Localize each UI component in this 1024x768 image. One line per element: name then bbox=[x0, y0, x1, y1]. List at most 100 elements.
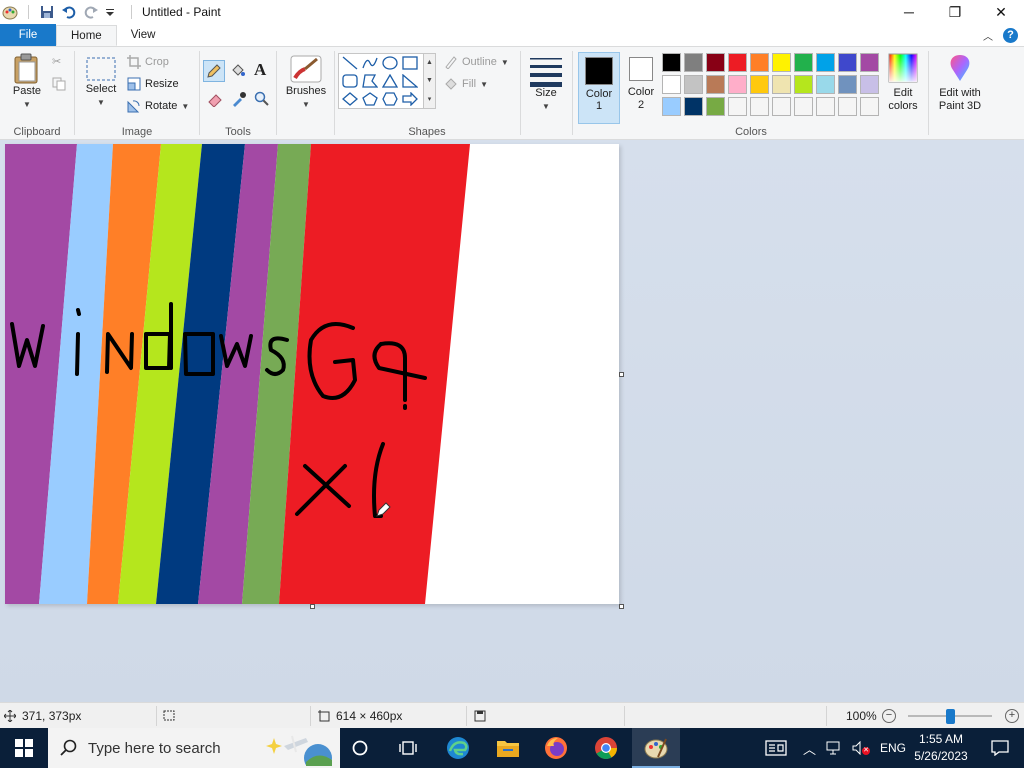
brushes-group: Brushes ▼ bbox=[278, 47, 334, 140]
notifications-button[interactable] bbox=[976, 728, 1024, 768]
paste-button[interactable]: Paste ▼ bbox=[8, 53, 46, 111]
select-button[interactable]: Select ▼ bbox=[83, 55, 119, 109]
task-view-button[interactable] bbox=[384, 728, 432, 768]
chrome-icon bbox=[595, 737, 617, 759]
divider bbox=[28, 5, 29, 19]
pencil-icon[interactable] bbox=[203, 60, 225, 82]
zoom-slider-thumb[interactable] bbox=[946, 709, 955, 724]
shapes-scrollbar[interactable]: ▲ ▼ ▾ bbox=[424, 53, 436, 109]
paint-palette-icon bbox=[644, 738, 668, 759]
tools-label: Tools bbox=[225, 126, 251, 138]
divider bbox=[928, 51, 929, 135]
rounded-rectangle-shape-icon[interactable] bbox=[340, 72, 360, 90]
chevron-down-icon[interactable]: ▼ bbox=[426, 77, 433, 84]
help-icon[interactable]: ? bbox=[1003, 27, 1018, 43]
quick-access-toolbar bbox=[0, 0, 136, 24]
customize-toolbar-icon[interactable] bbox=[105, 4, 121, 20]
volume-muted-icon[interactable]: ✕ bbox=[852, 740, 871, 756]
zoom-out-button[interactable]: − bbox=[882, 709, 896, 723]
divider bbox=[310, 706, 311, 726]
rectangle-shape-icon[interactable] bbox=[400, 54, 420, 72]
tab-home[interactable]: Home bbox=[56, 25, 117, 46]
crop-button[interactable]: Crop bbox=[127, 55, 169, 69]
rotate-button[interactable]: Rotate ▼ bbox=[127, 99, 189, 113]
resize-handle-bottom[interactable] bbox=[310, 604, 315, 609]
line-shape-icon[interactable] bbox=[340, 54, 360, 72]
tab-view[interactable]: View bbox=[117, 24, 170, 46]
window-title: Untitled - Paint bbox=[142, 5, 221, 19]
clock[interactable]: 1:55 AM 5/26/2023 bbox=[906, 731, 976, 765]
show-hidden-icons-chevron-icon[interactable]: ︿ bbox=[803, 739, 816, 758]
text-tool-icon[interactable]: A bbox=[254, 60, 266, 80]
news-widget-button[interactable] bbox=[752, 728, 800, 768]
triangle-shape-icon[interactable] bbox=[380, 72, 400, 90]
paint-app[interactable] bbox=[632, 728, 680, 768]
search-box[interactable]: Type here to search bbox=[48, 728, 340, 768]
drawing-canvas[interactable] bbox=[5, 144, 619, 604]
divider bbox=[826, 706, 827, 726]
status-bar: 371, 373px 614 × 460px 100% − + bbox=[0, 702, 1024, 728]
chevron-down-icon: ▼ bbox=[480, 79, 488, 89]
oval-shape-icon[interactable] bbox=[380, 54, 400, 72]
fill-bucket-icon[interactable] bbox=[230, 62, 246, 78]
outline-label: Outline bbox=[462, 56, 497, 68]
start-button[interactable] bbox=[0, 728, 48, 768]
copy-icon[interactable] bbox=[52, 77, 66, 91]
maximize-button[interactable]: ❐ bbox=[932, 0, 978, 24]
clock-date: 5/26/2023 bbox=[914, 749, 968, 763]
diamond-shape-icon[interactable] bbox=[340, 90, 360, 108]
system-tray: ︿ ✕ ENG bbox=[803, 728, 906, 768]
cortana-button[interactable] bbox=[336, 728, 384, 768]
cut-icon[interactable]: ✂ bbox=[52, 55, 61, 68]
language-indicator[interactable]: ENG bbox=[880, 741, 906, 755]
size-button[interactable]: Size ▼ bbox=[526, 55, 566, 113]
brushes-button[interactable]: Brushes ▼ bbox=[284, 53, 328, 111]
outline-button[interactable]: Outline ▼ bbox=[444, 55, 509, 69]
divider bbox=[276, 51, 277, 135]
chevron-up-icon[interactable]: ▲ bbox=[426, 59, 433, 66]
move-cursor-icon bbox=[4, 710, 16, 722]
cortana-icon bbox=[352, 740, 368, 756]
resize-handle-right[interactable] bbox=[619, 372, 624, 377]
edit-with-paint3d-button[interactable]: Edit with Paint 3D bbox=[934, 53, 986, 113]
minimize-button[interactable]: ─ bbox=[886, 0, 932, 24]
undo-icon[interactable] bbox=[61, 4, 77, 20]
expand-gallery-icon[interactable]: ▾ bbox=[428, 95, 432, 103]
chrome-app[interactable] bbox=[582, 728, 630, 768]
resize-button[interactable]: Resize bbox=[127, 77, 179, 91]
magnifier-icon[interactable] bbox=[254, 91, 270, 107]
right-triangle-shape-icon[interactable] bbox=[400, 72, 420, 90]
curve-shape-icon[interactable] bbox=[360, 54, 380, 72]
ribbon-collapse-icon[interactable]: ︿ bbox=[983, 28, 993, 43]
polygon-shape-icon[interactable] bbox=[360, 72, 380, 90]
file-explorer-app[interactable] bbox=[484, 728, 532, 768]
pentagon-shape-icon[interactable] bbox=[360, 90, 380, 108]
cursor-position-text: 371, 373px bbox=[22, 709, 82, 723]
firefox-app[interactable] bbox=[532, 728, 580, 768]
divider bbox=[572, 51, 573, 135]
eraser-icon[interactable] bbox=[207, 91, 223, 107]
network-icon[interactable] bbox=[826, 741, 842, 755]
close-button[interactable]: ✕ bbox=[978, 0, 1024, 24]
color-picker-icon[interactable] bbox=[231, 91, 247, 107]
firefox-icon bbox=[545, 737, 567, 759]
arrow-shape-icon[interactable] bbox=[400, 90, 420, 108]
chevron-down-icon: ▼ bbox=[23, 100, 31, 109]
fill-button[interactable]: Fill ▼ bbox=[444, 77, 488, 91]
redo-icon[interactable] bbox=[83, 4, 99, 20]
shapes-gallery[interactable] bbox=[338, 53, 424, 109]
brushes-label: Brushes bbox=[285, 85, 327, 97]
tab-file[interactable]: File bbox=[0, 24, 56, 46]
save-icon[interactable] bbox=[39, 4, 55, 20]
search-placeholder: Type here to search bbox=[88, 739, 221, 757]
resize-handle-corner[interactable] bbox=[619, 604, 624, 609]
hexagon-shape-icon[interactable] bbox=[380, 90, 400, 108]
taskbar: Type here to search ︿ ✕ ENG 1:55 AM 5/26… bbox=[0, 728, 1024, 768]
file-size bbox=[474, 703, 486, 729]
zoom-in-button[interactable]: + bbox=[1005, 709, 1019, 723]
edge-app[interactable] bbox=[434, 728, 482, 768]
paint-app-icon[interactable] bbox=[2, 4, 18, 20]
canvas-drawing bbox=[5, 144, 619, 604]
zoom-level: 100% bbox=[846, 709, 877, 723]
shapes-label: Shapes bbox=[408, 126, 446, 138]
